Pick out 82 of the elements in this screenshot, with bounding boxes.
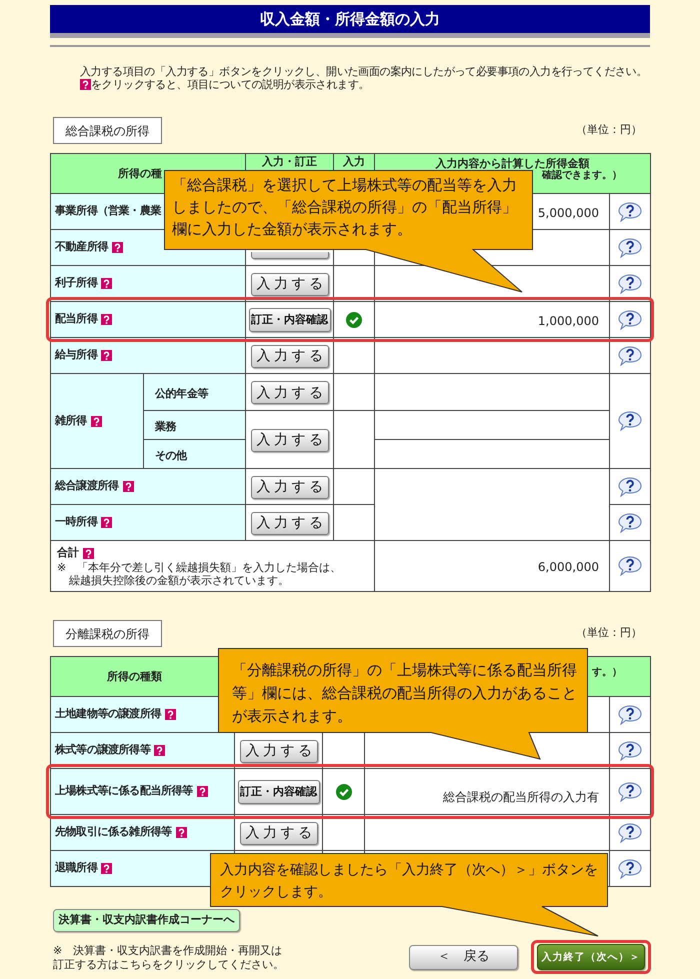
help-bubble-icon[interactable] xyxy=(618,238,642,258)
back-button[interactable]: ＜ 戻る xyxy=(409,944,518,970)
input-button[interactable]: 入力する xyxy=(250,512,328,535)
input-button[interactable]: 入力する xyxy=(240,822,318,845)
input-button[interactable]: 入力する xyxy=(240,740,318,763)
help-bubble-icon[interactable] xyxy=(618,822,642,842)
instruction-text: をクリックすると、項目についての説明が表示されます。 xyxy=(91,78,370,91)
help-icon[interactable] xyxy=(90,416,102,426)
row-label: 配当所得 xyxy=(55,311,98,328)
input-button[interactable]: 入力する xyxy=(250,381,328,404)
row-label: 不動産所得 xyxy=(55,239,108,256)
section-label: 分離課税の所得 xyxy=(53,620,162,647)
unit-label: （単位：円） xyxy=(576,122,642,138)
total-note: ※ 「本年分で差し引く繰越損失額」を入力した場合は、繰越損失控除後の金額が表示されています。 xyxy=(57,561,342,588)
row-label: 退職所得 xyxy=(55,860,98,876)
row-label: 上場株式等に係る配当所得等 xyxy=(55,783,193,800)
input-button[interactable]: 入力する xyxy=(250,272,328,296)
help-icon[interactable] xyxy=(112,242,124,253)
help-icon xyxy=(80,79,91,90)
help-bubble-icon[interactable] xyxy=(618,202,642,222)
amount-value: 1,000,000 xyxy=(538,314,599,328)
row-label: 利子所得 xyxy=(55,275,98,292)
amount-value: 総合課税の配当所得の入力有 xyxy=(443,790,599,804)
column-header: 入力・訂正 xyxy=(262,155,317,168)
help-bubble-icon[interactable] xyxy=(618,476,642,496)
help-icon[interactable] xyxy=(101,278,112,289)
callout-text: 「分離課税の所得」の「上場株式等に係る配当所得等」欄には、総合課税の配当所得の入力があることが表示されます。 xyxy=(232,660,578,727)
row-label: 先物取引に係る雑所得等 xyxy=(55,824,172,840)
row-label: 土地建物等の譲渡所得 xyxy=(55,706,162,722)
help-bubble-icon[interactable] xyxy=(618,704,642,724)
sub-label: その他 xyxy=(155,449,187,462)
amount-value: 5,000,000 xyxy=(538,206,599,220)
help-icon[interactable] xyxy=(154,745,166,756)
row-label: 事業所得（営業・農業 xyxy=(55,203,162,220)
help-icon[interactable] xyxy=(101,517,112,528)
help-bubble-icon[interactable] xyxy=(618,556,642,576)
column-header: 入力 xyxy=(343,155,365,168)
row-label: 株式等の譲渡所得等 xyxy=(55,742,150,758)
help-icon[interactable] xyxy=(101,350,112,361)
help-icon[interactable] xyxy=(122,481,134,492)
column-header: 所得の種 xyxy=(118,166,162,180)
callout-text: 入力内容を確認しましたら「入力終了（次へ）＞」ボタンをクリックします。 xyxy=(220,861,599,902)
column-header: 所得の種類 xyxy=(107,670,162,682)
help-bubble-icon[interactable] xyxy=(618,740,642,760)
input-button[interactable]: 入力する xyxy=(250,476,328,499)
help-bubble-icon[interactable] xyxy=(618,512,642,532)
help-bubble-icon[interactable] xyxy=(618,310,642,330)
sub-label: 業務 xyxy=(155,420,176,433)
column-header: 確認できます。） xyxy=(542,170,622,182)
row-label: 総合譲渡所得 xyxy=(55,478,119,494)
help-icon[interactable] xyxy=(83,548,94,558)
column-header: 入力内容から計算した所得金額 xyxy=(436,158,590,170)
help-icon[interactable] xyxy=(196,786,208,797)
help-bubble-icon[interactable] xyxy=(618,346,642,366)
corner-note: ※ 決算書・収支内訳書を作成開始・再開又は訂正する方はこちらをクリックしてください。 xyxy=(53,944,285,972)
input-button[interactable]: 入力する xyxy=(250,344,328,368)
edit-button[interactable]: 訂正・内容確認 xyxy=(248,308,330,332)
help-bubble-icon[interactable] xyxy=(618,274,642,294)
help-icon[interactable] xyxy=(176,827,187,838)
row-label: 雑所得 xyxy=(55,412,87,429)
help-bubble-icon[interactable] xyxy=(618,858,642,878)
section-label: 総合課税の所得 xyxy=(53,117,162,144)
edit-button[interactable]: 訂正・内容確認 xyxy=(238,780,320,804)
sub-label: 公的年金等 xyxy=(155,387,208,400)
page-title: 収入金額・所得金額の入力 xyxy=(260,12,440,26)
column-header: す。） xyxy=(592,666,622,678)
help-icon[interactable] xyxy=(101,314,112,325)
help-icon[interactable] xyxy=(165,709,176,720)
help-bubble-icon[interactable] xyxy=(618,782,642,802)
input-button[interactable] xyxy=(250,252,328,259)
help-bubble-icon[interactable] xyxy=(618,411,642,431)
corner-button[interactable]: 決算書・収支内訳書作成コーナーへ xyxy=(53,909,240,932)
instruction-text: 入力する項目の「入力する」ボタンをクリックし、開いた画面の案内にしたがって必要事項の入力を行ってください。 xyxy=(80,65,648,78)
callout-text: 「総合課税」を選択して上場株式等の配当等を入力しましたので、「総合課税の所得」の「配当所得」欄に入力した金額が表示されます。 xyxy=(172,175,518,240)
amount-value: 6,000,000 xyxy=(538,560,599,574)
row-label: 一時所得 xyxy=(55,514,98,530)
total-label: 合計 xyxy=(57,544,79,561)
next-button[interactable]: 入力終了（次へ）＞ xyxy=(537,944,645,970)
input-button[interactable]: 入力する xyxy=(250,428,328,452)
unit-label: （単位：円） xyxy=(576,625,642,642)
row-label: 給与所得 xyxy=(55,347,98,364)
help-icon[interactable] xyxy=(101,863,112,874)
